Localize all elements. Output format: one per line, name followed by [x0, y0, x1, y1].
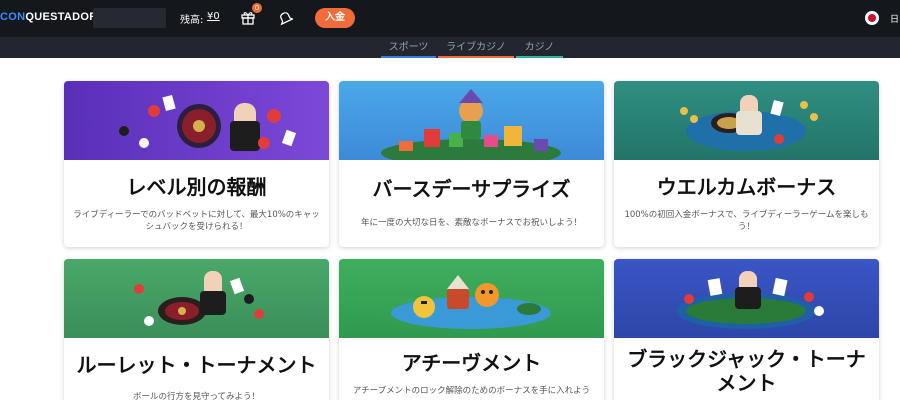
promo-banner-image [339, 259, 604, 338]
promo-card-blackjack-tournament[interactable]: ブラックジャック・トーナメント [614, 259, 879, 400]
casino-chips-illustration [119, 94, 297, 151]
roulette-dealer-illustration [680, 95, 818, 151]
promo-card-welcome-bonus[interactable]: ウエルカムボーナス 100%の初回入金ボーナスで、ライブディーラーゲームを楽しも… [614, 81, 879, 247]
promo-banner-image [64, 81, 329, 160]
roulette-tournament-illustration [134, 271, 264, 326]
promo-banner-image [614, 259, 879, 338]
tab-live-casino-label: ライブカジノ [446, 42, 506, 53]
card-title: レベル別の報酬 [126, 175, 267, 199]
language-label[interactable]: 日 [890, 12, 899, 25]
promo-banner-image [339, 81, 604, 160]
card-title: バースデーサプライズ [372, 177, 571, 201]
card-title: アチーヴメント [401, 351, 542, 375]
tab-sports-label: スポーツ [388, 42, 429, 53]
tab-live-casino-indicator [438, 56, 514, 58]
card-title: ブラックジャック・トーナメント [627, 347, 866, 395]
card-description: ライブディーラーでのバッドベットに対して、最大10%のキャッシュバックを受けられ… [73, 210, 320, 232]
tab-casino[interactable]: カジノ [516, 40, 563, 58]
ocean-characters-illustration [391, 275, 551, 329]
card-description: 100%の初回入金ボーナスで、ライブディーラーゲームを楽しもう！ [624, 210, 869, 232]
card-description: アチーブメントのロック解除のためのボーナスを手に入れよう [352, 386, 591, 396]
card-title: ウエルカムボーナス [656, 175, 837, 199]
promo-card-achievements[interactable]: アチーヴメント アチーブメントのロック解除のためのボーナスを手に入れよう [339, 259, 604, 400]
tab-casino-label: カジノ [524, 42, 555, 53]
card-description: 年に一度の大切な日を、素敵なボーナスでお祝いしよう！ [360, 218, 582, 228]
balance-label: 残高: [180, 15, 204, 26]
balance-value[interactable]: ¥0 [207, 11, 220, 22]
promo-card-birthday[interactable]: バースデーサプライズ 年に一度の大切な日を、素敵なボーナスでお祝いしよう！ [339, 81, 604, 247]
japan-flag-icon[interactable] [865, 11, 879, 25]
site-logo[interactable]: CONQUESTADOR [0, 11, 98, 23]
top-bar: CONQUESTADOR 残高: ¥0 0 入金 日 [0, 0, 900, 37]
tab-sports-indicator [381, 56, 436, 58]
promo-card-roulette-tournament[interactable]: ルーレット・トーナメント ボールの行方を見守ってみよう！ [64, 259, 329, 400]
promo-card-level-rewards[interactable]: レベル別の報酬 ライブディーラーでのバッドベットに対して、最大10%のキャッシュ… [64, 81, 329, 247]
birthday-gifts-illustration [381, 89, 561, 160]
tab-live-casino[interactable]: ライブカジノ [438, 40, 514, 58]
notification-bell-icon[interactable] [277, 9, 293, 26]
blackjack-table-illustration [676, 271, 824, 329]
promo-banner-image [64, 259, 329, 338]
username-field[interactable] [93, 8, 166, 28]
card-title: ルーレット・トーナメント [76, 353, 317, 377]
tab-sports[interactable]: スポーツ [381, 40, 436, 58]
tab-casino-indicator [516, 56, 563, 58]
category-nav: スポーツ ライブカジノ カジノ [0, 37, 900, 58]
deposit-button[interactable]: 入金 [315, 8, 355, 28]
gift-badge: 0 [252, 3, 262, 13]
card-description: ボールの行方を見守ってみよう！ [132, 392, 261, 400]
promo-banner-image [614, 81, 879, 160]
